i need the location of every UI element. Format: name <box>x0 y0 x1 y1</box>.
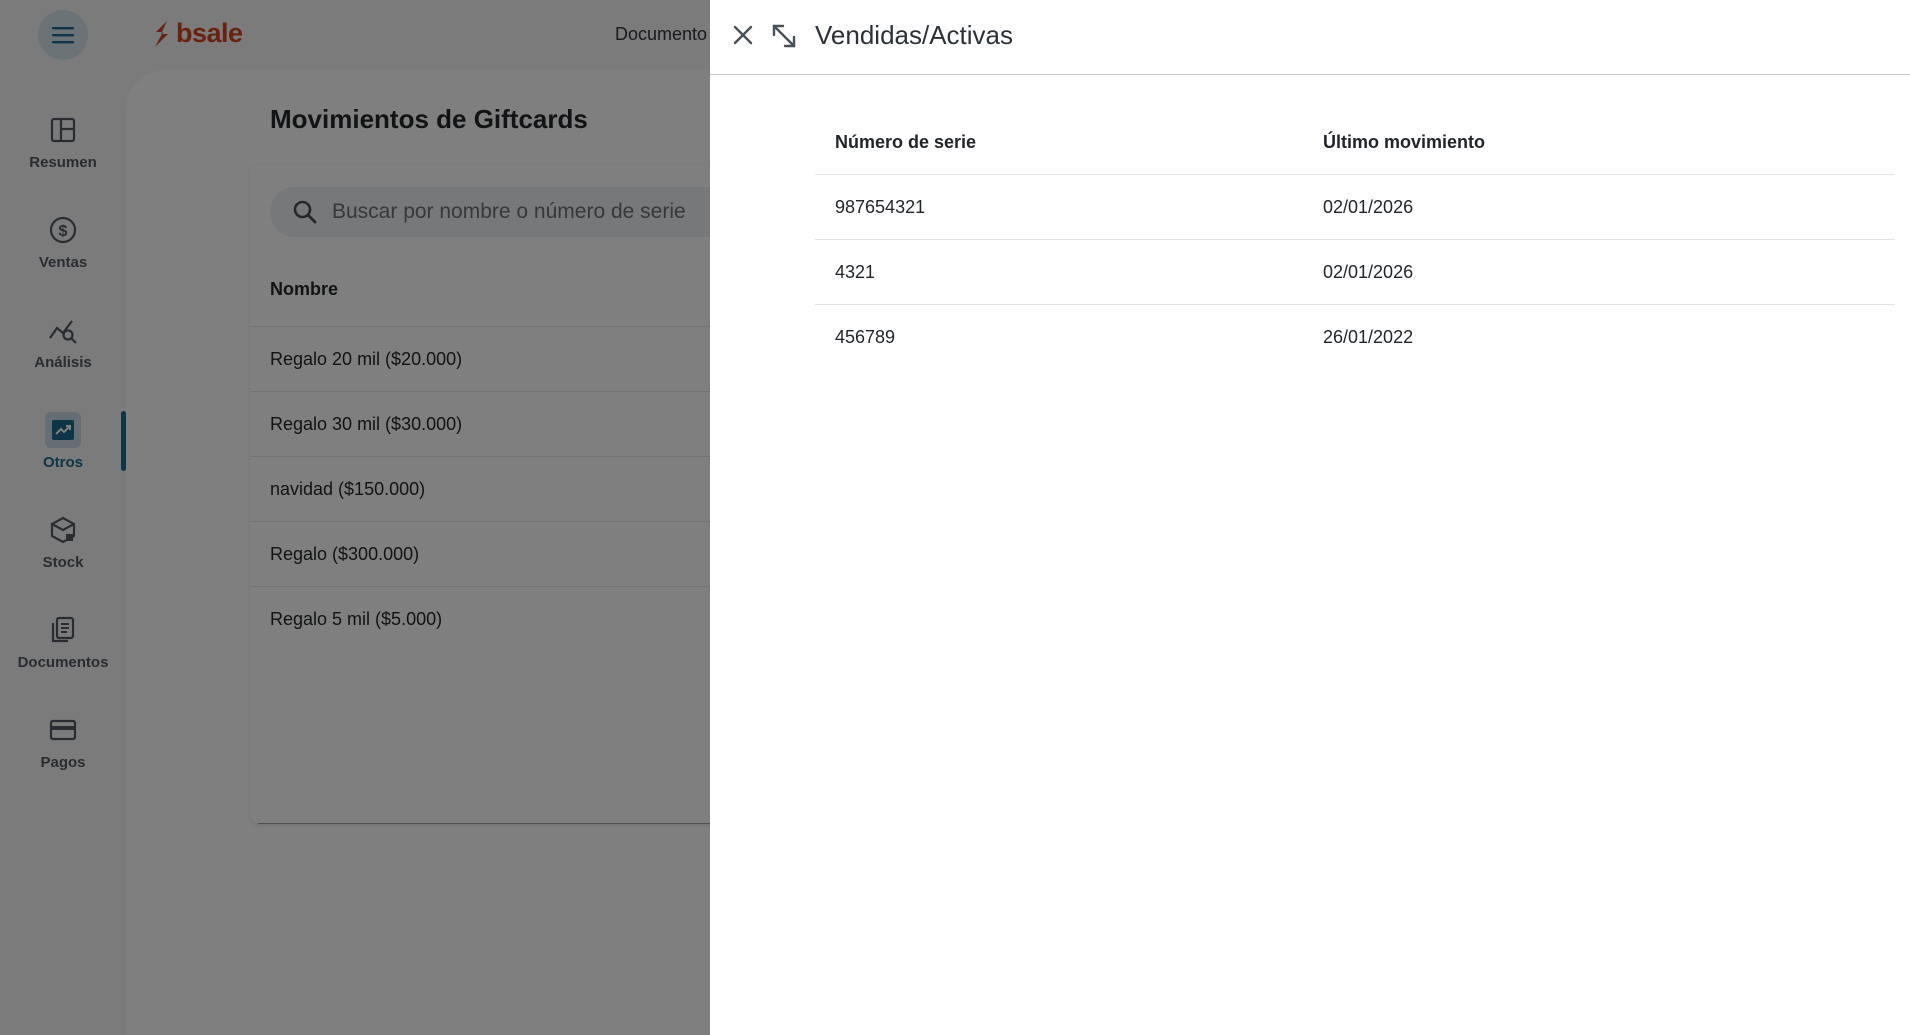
serials-table: Número de serie Último movimiento 987654… <box>815 110 1895 370</box>
table-row[interactable]: 4321 02/01/2026 <box>815 240 1895 305</box>
serial-number-cell: 987654321 <box>835 196 926 217</box>
column-header-serial[interactable]: Número de serie <box>815 132 1323 153</box>
last-movement-cell: 02/01/2026 <box>1323 261 1414 282</box>
table-row[interactable]: 456789 26/01/2022 <box>815 305 1895 370</box>
serial-number-cell: 456789 <box>835 327 896 347</box>
close-button[interactable] <box>728 20 758 50</box>
expand-icon <box>772 24 796 48</box>
details-drawer: Vendidas/Activas Número de serie Último … <box>710 0 1910 1035</box>
last-movement-cell: 26/01/2022 <box>1323 327 1414 347</box>
last-movement-cell: 02/01/2026 <box>1323 196 1414 217</box>
close-icon <box>733 25 753 45</box>
drawer-title: Vendidas/Activas <box>815 20 1014 50</box>
drawer-header: Vendidas/Activas <box>710 0 1910 75</box>
column-header-last-movement[interactable]: Último movimiento <box>1323 132 1895 153</box>
table-row[interactable]: 987654321 02/01/2026 <box>815 175 1895 240</box>
serial-number-cell: 4321 <box>835 261 876 282</box>
expand-button[interactable] <box>769 20 799 52</box>
table-header-row: Número de serie Último movimiento <box>815 110 1895 175</box>
